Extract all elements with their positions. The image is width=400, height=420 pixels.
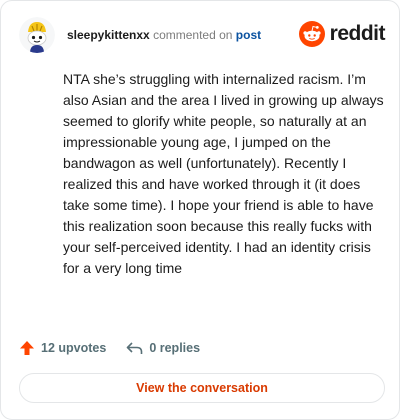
reddit-brand[interactable]: reddit	[298, 21, 386, 47]
upvote-button[interactable]: 12 upvotes	[19, 340, 106, 356]
upvotes-count: 12 upvotes	[41, 341, 107, 355]
view-conversation-button[interactable]: View the conversation	[19, 373, 385, 403]
user-avatar[interactable]	[19, 17, 55, 53]
comment-actions: 12 upvotes 0 replies	[19, 337, 200, 359]
post-link[interactable]: post	[236, 28, 261, 42]
comment-meta: sleepykittenxx commented on post	[67, 28, 261, 42]
replies-count: 0 replies	[149, 341, 201, 355]
username-link[interactable]: sleepykittenxx	[67, 28, 150, 42]
comment-card: sleepykittenxx commented on post reddit …	[0, 0, 400, 420]
replies-button[interactable]: 0 replies	[126, 340, 200, 356]
upvote-arrow-icon	[20, 341, 34, 355]
reddit-logo-icon	[298, 21, 325, 47]
commented-on-text: commented on	[153, 28, 233, 42]
comment-text: NTA she’s struggling with internalized r…	[63, 71, 384, 276]
snoo-avatar-icon	[19, 17, 55, 53]
reply-arrow-icon	[127, 342, 143, 354]
comment-header: sleepykittenxx commented on post reddit	[19, 15, 386, 55]
brand-name: reddit	[329, 22, 386, 45]
